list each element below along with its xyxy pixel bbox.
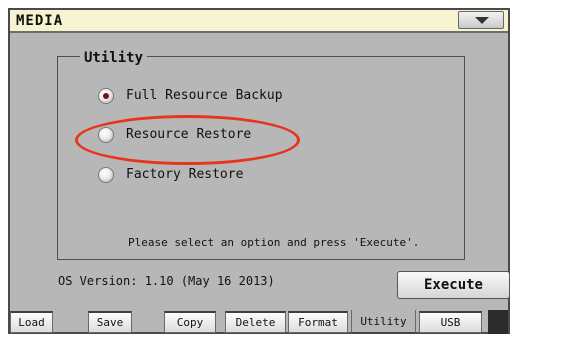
tab-usb[interactable]: USB <box>419 311 482 333</box>
radio-selected-dot <box>103 93 109 99</box>
page-menu-button[interactable] <box>458 11 504 29</box>
highlight-ring-annotation <box>75 115 300 165</box>
option-label: Factory Restore <box>126 167 244 182</box>
tab-save[interactable]: Save <box>88 311 132 333</box>
tab-bar-filler <box>488 310 508 334</box>
title-bar: MEDIA <box>10 10 508 33</box>
tab-format[interactable]: Format <box>288 311 348 333</box>
media-panel: MEDIA Utility Full Resource Backup Resou… <box>8 8 510 334</box>
tab-copy[interactable]: Copy <box>164 311 216 333</box>
tab-bar: Load Save Copy Delete Format Utility USB <box>10 310 508 334</box>
utility-legend: Utility <box>80 50 148 66</box>
chevron-down-icon <box>475 17 489 24</box>
radio-full-resource-backup[interactable] <box>98 88 114 104</box>
instruction-text: Please select an option and press 'Execu… <box>128 236 420 249</box>
radio-factory-restore[interactable] <box>98 167 114 183</box>
page-title: MEDIA <box>16 13 64 29</box>
tab-delete[interactable]: Delete <box>225 311 286 333</box>
tab-utility[interactable]: Utility <box>351 310 416 334</box>
option-label: Full Resource Backup <box>126 88 283 103</box>
tab-load[interactable]: Load <box>10 311 53 333</box>
execute-button[interactable]: Execute <box>397 271 510 299</box>
os-version-text: OS Version: 1.10 (May 16 2013) <box>58 274 275 288</box>
